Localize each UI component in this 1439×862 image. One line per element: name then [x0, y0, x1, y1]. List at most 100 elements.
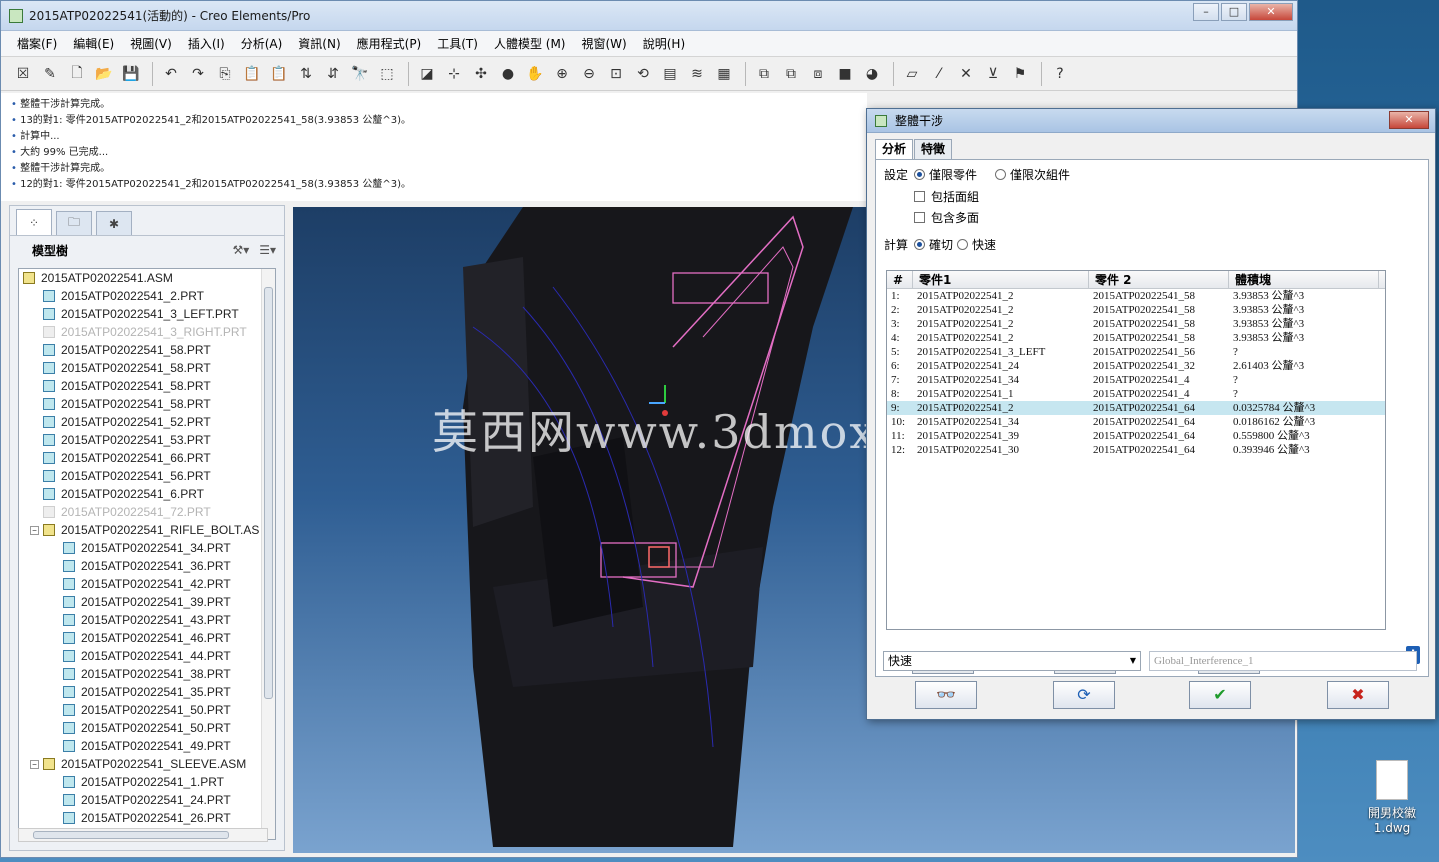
menu-view[interactable]: 視圖(V) — [122, 35, 180, 52]
column-part2[interactable]: 零件 2 — [1089, 271, 1229, 288]
find-icon[interactable]: 🔭 — [348, 62, 372, 86]
menu-analysis[interactable]: 分析(A) — [233, 35, 291, 52]
open-folder-icon[interactable]: 📂 — [92, 62, 116, 86]
paste-icon[interactable]: 📋 — [240, 62, 264, 86]
close-window-icon[interactable]: ☒ — [11, 62, 35, 86]
tree-columns-icon[interactable]: ☰▾ — [259, 243, 276, 257]
table-row[interactable]: 6: 2015ATP02022541_24 2015ATP02022541_32 2.… — [887, 359, 1385, 373]
reorient-icon[interactable]: ⟲ — [631, 62, 655, 86]
erase-icon[interactable]: ✎ — [38, 62, 62, 86]
undo-icon[interactable]: ↶ — [159, 62, 183, 86]
tree-item[interactable]: 2015ATP02022541_36.PRT — [19, 557, 275, 575]
table-row[interactable]: 2: 2015ATP02022541_2 2015ATP02022541_58 3.9… — [887, 303, 1385, 317]
cancel-button[interactable]: ✖ — [1327, 681, 1389, 709]
menu-file[interactable]: 檔案(F) — [9, 35, 65, 52]
exact-radio[interactable] — [914, 239, 926, 250]
tree-item[interactable]: − 2015ATP02022541_SLEEVE.ASM — [19, 755, 275, 773]
table-row[interactable]: 3: 2015ATP02022541_2 2015ATP02022541_58 3.9… — [887, 317, 1385, 331]
redo-icon[interactable]: ↷ — [186, 62, 210, 86]
menu-help[interactable]: 說明(H) — [635, 35, 693, 52]
quick-radio[interactable] — [957, 239, 969, 250]
tree-item[interactable]: 2015ATP02022541_50.PRT — [19, 719, 275, 737]
tree-horizontal-scrollbar[interactable] — [18, 828, 268, 842]
tree-item[interactable]: 2015ATP02022541_38.PRT — [19, 665, 275, 683]
tree-item[interactable]: 2015ATP02022541_58.PRT — [19, 341, 275, 359]
subassemblies-only-radio[interactable] — [995, 169, 1007, 180]
tree-item[interactable]: 2015ATP02022541_2.PRT — [19, 287, 275, 305]
tab-feature[interactable]: 特徵 — [914, 139, 953, 159]
enhanced-realism-icon[interactable]: ◕ — [860, 62, 884, 86]
repeat-analysis-button[interactable]: ⟳ — [1053, 681, 1115, 709]
parts-only-radio[interactable] — [914, 169, 926, 180]
save-icon[interactable]: 💾 — [119, 62, 143, 86]
menu-applications[interactable]: 應用程式(P) — [349, 35, 430, 52]
wireframe-icon[interactable]: ⧉ — [752, 62, 776, 86]
tree-item[interactable]: 2015ATP02022541_53.PRT — [19, 431, 275, 449]
tree-item[interactable]: 2015ATP02022541_42.PRT — [19, 575, 275, 593]
minimize-button[interactable]: – — [1193, 3, 1219, 21]
tree-item[interactable]: 2015ATP02022541_3_LEFT.PRT — [19, 305, 275, 323]
favorites-tab-icon[interactable]: ✱ — [96, 211, 132, 235]
table-row[interactable]: 1: 2015ATP02022541_2 2015ATP02022541_58 3.9… — [887, 289, 1385, 303]
tree-item[interactable]: 2015ATP02022541_50.PRT — [19, 701, 275, 719]
tree-item[interactable]: 2015ATP02022541_24.PRT — [19, 791, 275, 809]
tree-item[interactable]: 2015ATP02022541_58.PRT — [19, 395, 275, 413]
column-part1[interactable]: 零件1 — [913, 271, 1089, 288]
table-row[interactable]: 8: 2015ATP02022541_1 2015ATP02022541_4? — [887, 387, 1385, 401]
refit-icon[interactable]: ⊡ — [604, 62, 628, 86]
menu-edit[interactable]: 編輯(E) — [65, 35, 122, 52]
zoom-out-icon[interactable]: ⊖ — [577, 62, 601, 86]
column-volume[interactable]: 體積塊 — [1229, 271, 1379, 288]
close-button[interactable]: ✕ — [1249, 3, 1293, 21]
context-help-icon[interactable]: ? — [1048, 62, 1072, 86]
tree-item[interactable]: 2015ATP02022541_35.PRT — [19, 683, 275, 701]
analysis-name-input[interactable]: Global_Interference_1 — [1149, 651, 1417, 671]
appearance-icon[interactable]: ● — [496, 62, 520, 86]
tree-item[interactable]: 2015ATP02022541_34.PRT — [19, 539, 275, 557]
view-manager-icon[interactable]: ▦ — [712, 62, 736, 86]
tree-item[interactable]: 2015ATP02022541_72.PRT — [19, 503, 275, 521]
include-quilts-checkbox[interactable] — [914, 191, 925, 202]
table-row[interactable]: 4: 2015ATP02022541_2 2015ATP02022541_58 3.9… — [887, 331, 1385, 345]
datum-planes-icon[interactable]: ▱ — [900, 62, 924, 86]
table-row[interactable]: 11: 2015ATP02022541_39 2015ATP02022541_64 0… — [887, 429, 1385, 443]
folder-browser-tab-icon[interactable]: 🗀 — [56, 211, 92, 235]
tree-item[interactable]: 2015ATP02022541_44.PRT — [19, 647, 275, 665]
tree-item[interactable]: 2015ATP02022541.ASM — [19, 269, 275, 287]
regenerate-icon[interactable]: ⇅ — [294, 62, 318, 86]
regen-manager-icon[interactable]: ⇵ — [321, 62, 345, 86]
orient-mode-icon[interactable]: ✣ — [469, 62, 493, 86]
tree-settings-icon[interactable]: ⚒▾ — [232, 243, 249, 257]
select-box-icon[interactable]: ⬚ — [375, 62, 399, 86]
spin-center-icon[interactable]: ⊹ — [442, 62, 466, 86]
layers-icon[interactable]: ≋ — [685, 62, 709, 86]
repaint-icon[interactable]: ◪ — [415, 62, 439, 86]
tree-collapse-icon[interactable]: − — [30, 525, 39, 535]
datum-axes-icon[interactable]: ⁄ — [927, 62, 951, 86]
tree-collapse-icon[interactable]: − — [30, 759, 39, 769]
tree-item[interactable]: − 2015ATP02022541_RIFLE_BOLT.AS — [19, 521, 275, 539]
tree-item[interactable]: 2015ATP02022541_6.PRT — [19, 485, 275, 503]
dialog-close-button[interactable]: ✕ — [1389, 111, 1429, 129]
shading-icon[interactable]: ■ — [833, 62, 857, 86]
table-row[interactable]: 12: 2015ATP02022541_30 2015ATP02022541_64 0… — [887, 443, 1385, 457]
tree-item[interactable]: 2015ATP02022541_56.PRT — [19, 467, 275, 485]
annotations-icon[interactable]: ⚑ — [1008, 62, 1032, 86]
datum-points-icon[interactable]: ✕ — [954, 62, 978, 86]
menu-tools[interactable]: 工具(T) — [429, 35, 486, 52]
menu-info[interactable]: 資訊(N) — [290, 35, 348, 52]
tree-item[interactable]: 2015ATP02022541_52.PRT — [19, 413, 275, 431]
no-hidden-icon[interactable]: ⧈ — [806, 62, 830, 86]
menu-manikin[interactable]: 人體模型 (M) — [486, 35, 574, 52]
tree-item[interactable]: 2015ATP02022541_39.PRT — [19, 593, 275, 611]
tree-vertical-scrollbar[interactable] — [261, 269, 275, 839]
model-tree-tab-icon[interactable]: ⁘ — [16, 209, 52, 235]
table-row[interactable]: 7: 2015ATP02022541_34 2015ATP02022541_4? — [887, 373, 1385, 387]
column-number[interactable]: # — [887, 271, 913, 288]
tree-item[interactable]: 2015ATP02022541_1.PRT — [19, 773, 275, 791]
interference-results-table[interactable]: # 零件1 零件 2 體積塊 1: 2015ATP02022541_2 2015AT… — [886, 270, 1386, 630]
desktop-file-icon[interactable]: 開男校徽 1.dwg — [1356, 760, 1428, 835]
pan-icon[interactable]: ✋ — [523, 62, 547, 86]
tree-item[interactable]: 2015ATP02022541_66.PRT — [19, 449, 275, 467]
ok-button[interactable]: ✔ — [1189, 681, 1251, 709]
